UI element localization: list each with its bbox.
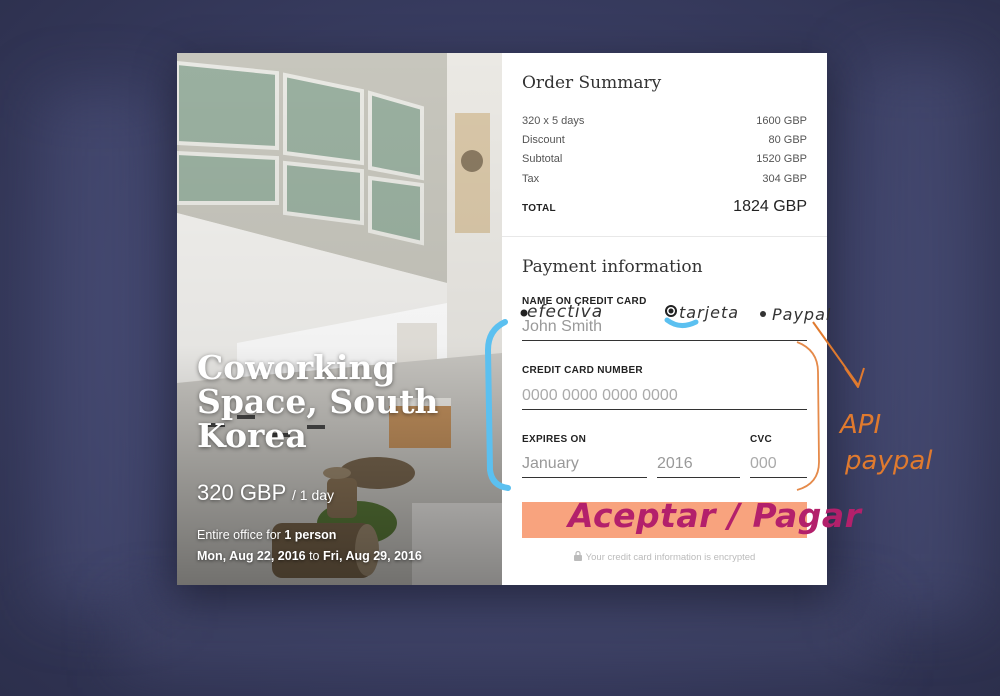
- booking-details: Entire office for 1 person Mon, Aug 22, …: [197, 525, 422, 567]
- expires-on-label: EXPIRES ON: [522, 434, 587, 445]
- summary-value: 1520 GBP: [756, 153, 807, 165]
- background-blur: [860, 60, 980, 620]
- name-on-card-label: NAME ON CREDIT CARD: [522, 296, 647, 307]
- summary-row: Tax 304 GBP: [522, 173, 807, 185]
- card-number-input[interactable]: [522, 387, 807, 410]
- listing-photo-panel: Coworking Space, South Korea 320 GBP / 1…: [177, 53, 502, 585]
- summary-value: 1600 GBP: [756, 115, 807, 127]
- summary-row: Subtotal 1520 GBP: [522, 153, 807, 165]
- checkout-form-panel: Order Summary 320 x 5 days 1600 GBP Disc…: [502, 53, 827, 585]
- office-capacity: Entire office for 1 person: [197, 525, 422, 546]
- cvc-input[interactable]: [750, 455, 807, 478]
- lock-icon: [573, 551, 582, 561]
- summary-label: Subtotal: [522, 153, 563, 165]
- price-amount: 320 GBP: [197, 480, 286, 505]
- office-people: 1 person: [284, 528, 337, 542]
- card-number-label: CREDIT CARD NUMBER: [522, 365, 643, 376]
- price-unit: / 1 day: [292, 487, 335, 503]
- booking-dates: Mon, Aug 22, 2016 to Fri, Aug 29, 2016: [197, 546, 422, 567]
- total-row: TOTAL 1824 GBP: [522, 198, 807, 216]
- summary-row: 320 x 5 days 1600 GBP: [522, 115, 807, 127]
- name-on-card-input[interactable]: [522, 318, 807, 341]
- background-blur: [40, 90, 160, 610]
- expiry-year-select[interactable]: [657, 455, 740, 478]
- background-blur: [120, 600, 880, 670]
- total-label: TOTAL: [522, 203, 556, 214]
- date-from: Mon, Aug 22, 2016: [197, 549, 306, 563]
- office-prefix: Entire office for: [197, 528, 281, 542]
- summary-label: 320 x 5 days: [522, 115, 585, 127]
- summary-value: 80 GBP: [768, 134, 807, 146]
- summary-value: 304 GBP: [762, 173, 807, 185]
- expiry-month-select[interactable]: [522, 455, 647, 478]
- listing-title: Coworking Space, South Korea: [197, 348, 439, 455]
- secure-note-text: Your credit card information is encrypte…: [585, 552, 756, 563]
- summary-row: Discount 80 GBP: [522, 134, 807, 146]
- order-summary-heading: Order Summary: [522, 73, 662, 93]
- payment-heading: Payment information: [522, 257, 703, 277]
- listing-price: 320 GBP / 1 day: [197, 480, 334, 506]
- checkout-card: Coworking Space, South Korea 320 GBP / 1…: [177, 53, 827, 585]
- cvc-label: CVC: [750, 434, 773, 445]
- section-divider: [502, 236, 827, 237]
- secure-note: Your credit card information is encrypte…: [502, 551, 827, 563]
- summary-label: Tax: [522, 173, 540, 185]
- total-value: 1824 GBP: [733, 198, 807, 215]
- pay-button[interactable]: [522, 502, 807, 538]
- date-to-word: to: [309, 549, 320, 563]
- date-to: Fri, Aug 29, 2016: [323, 549, 422, 563]
- summary-label: Discount: [522, 134, 565, 146]
